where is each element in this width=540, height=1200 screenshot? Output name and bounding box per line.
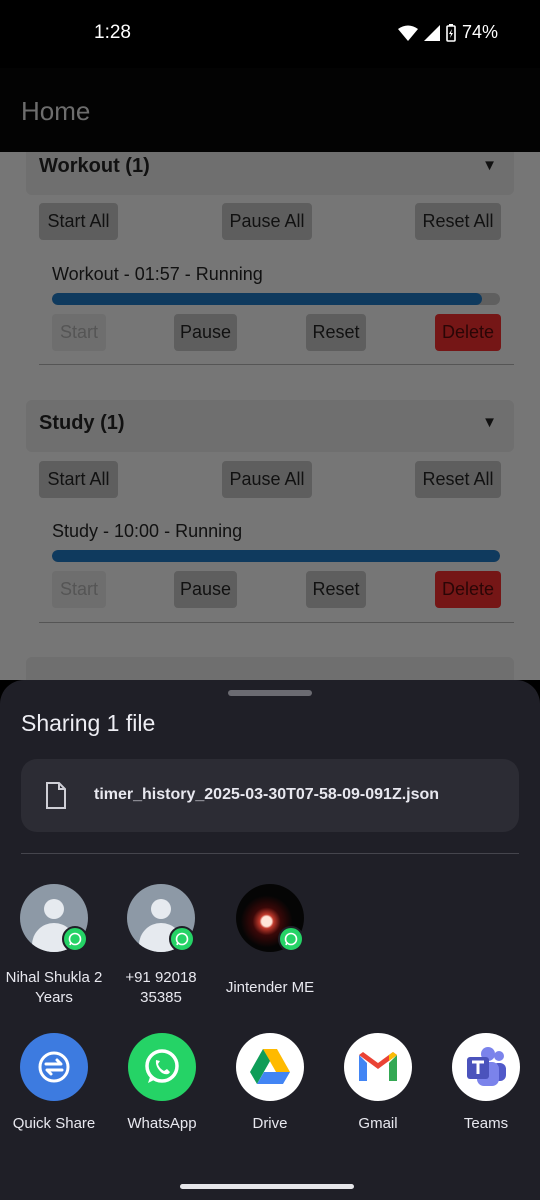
page-title: Home	[21, 96, 91, 126]
reset-button[interactable]: Reset	[306, 571, 366, 608]
pause-all-button[interactable]: Pause All	[222, 461, 312, 498]
group-header[interactable]: Study (1) ▼	[26, 400, 514, 452]
timer-progress	[52, 550, 500, 562]
share-title: Sharing 1 file	[21, 710, 156, 736]
timer-label: Study - 10:00 - Running	[52, 521, 243, 541]
whatsapp-icon	[278, 926, 304, 952]
whatsapp-icon	[62, 926, 88, 952]
whatsapp-icon	[128, 1033, 196, 1101]
timer-label: Workout - 01:57 - Running	[52, 264, 263, 284]
reset-button[interactable]: Reset	[306, 314, 366, 351]
reset-all-button[interactable]: Reset All	[415, 203, 501, 240]
timer-progress	[52, 293, 500, 305]
chevron-down-icon[interactable]: ▼	[482, 157, 497, 174]
gesture-nav-handle[interactable]	[180, 1184, 354, 1189]
drive-icon	[236, 1033, 304, 1101]
delete-button[interactable]: Delete	[435, 571, 501, 608]
battery-percent: 74%	[461, 22, 498, 42]
group-title: Study (1)	[39, 412, 125, 434]
start-all-button[interactable]: Start All	[39, 461, 118, 498]
group-header[interactable]	[26, 657, 514, 680]
pause-button[interactable]: Pause	[174, 571, 237, 608]
app-bar: Home	[0, 68, 540, 152]
contact-name: Jintender ME	[225, 979, 315, 996]
drag-handle[interactable]	[228, 690, 312, 696]
group-header[interactable]: Workout (1) ▼	[26, 152, 514, 195]
battery-icon	[446, 23, 456, 42]
teams-icon	[452, 1033, 520, 1101]
start-all-button[interactable]: Start All	[39, 203, 118, 240]
quick-share-icon	[20, 1033, 88, 1101]
app-label: Drive	[252, 1115, 288, 1132]
status-time: 1:28	[94, 22, 131, 43]
app-label: Gmail	[358, 1115, 398, 1132]
share-sheet: Sharing 1 file timer_history_2025-03-30T…	[0, 680, 540, 1200]
divider	[21, 853, 519, 854]
pause-button[interactable]: Pause	[174, 314, 237, 351]
delete-button[interactable]: Delete	[435, 314, 501, 351]
whatsapp-icon	[169, 926, 195, 952]
reset-all-button[interactable]: Reset All	[415, 461, 501, 498]
status-icons: 74%	[397, 22, 498, 43]
timer-progress-fill	[52, 550, 500, 562]
wifi-icon	[397, 25, 418, 41]
pause-all-button[interactable]: Pause All	[222, 203, 312, 240]
app-label: Quick Share	[12, 1115, 96, 1132]
timer-list: Workout (1) ▼ Start All Pause All Reset …	[0, 152, 540, 680]
app-label: WhatsApp	[127, 1115, 197, 1132]
start-button[interactable]: Start	[52, 314, 106, 351]
status-bar: 1:28 74%	[0, 0, 540, 68]
start-button[interactable]: Start	[52, 571, 106, 608]
app-label: Teams	[463, 1115, 509, 1132]
signal-icon	[423, 24, 440, 41]
contact-name: +91 92018 35385	[125, 969, 197, 1006]
timer-progress-fill	[52, 293, 483, 305]
group-title: Workout (1)	[39, 155, 150, 177]
chevron-down-icon[interactable]: ▼	[482, 414, 497, 431]
contact-name: Nihal Shukla 2 Years	[5, 969, 103, 1006]
divider	[39, 364, 514, 365]
divider	[39, 622, 514, 623]
file-preview-card: timer_history_2025-03-30T07-58-09-091Z.j…	[21, 759, 519, 832]
gmail-icon	[344, 1033, 412, 1101]
file-name: timer_history_2025-03-30T07-58-09-091Z.j…	[94, 786, 440, 803]
file-icon	[46, 782, 66, 809]
